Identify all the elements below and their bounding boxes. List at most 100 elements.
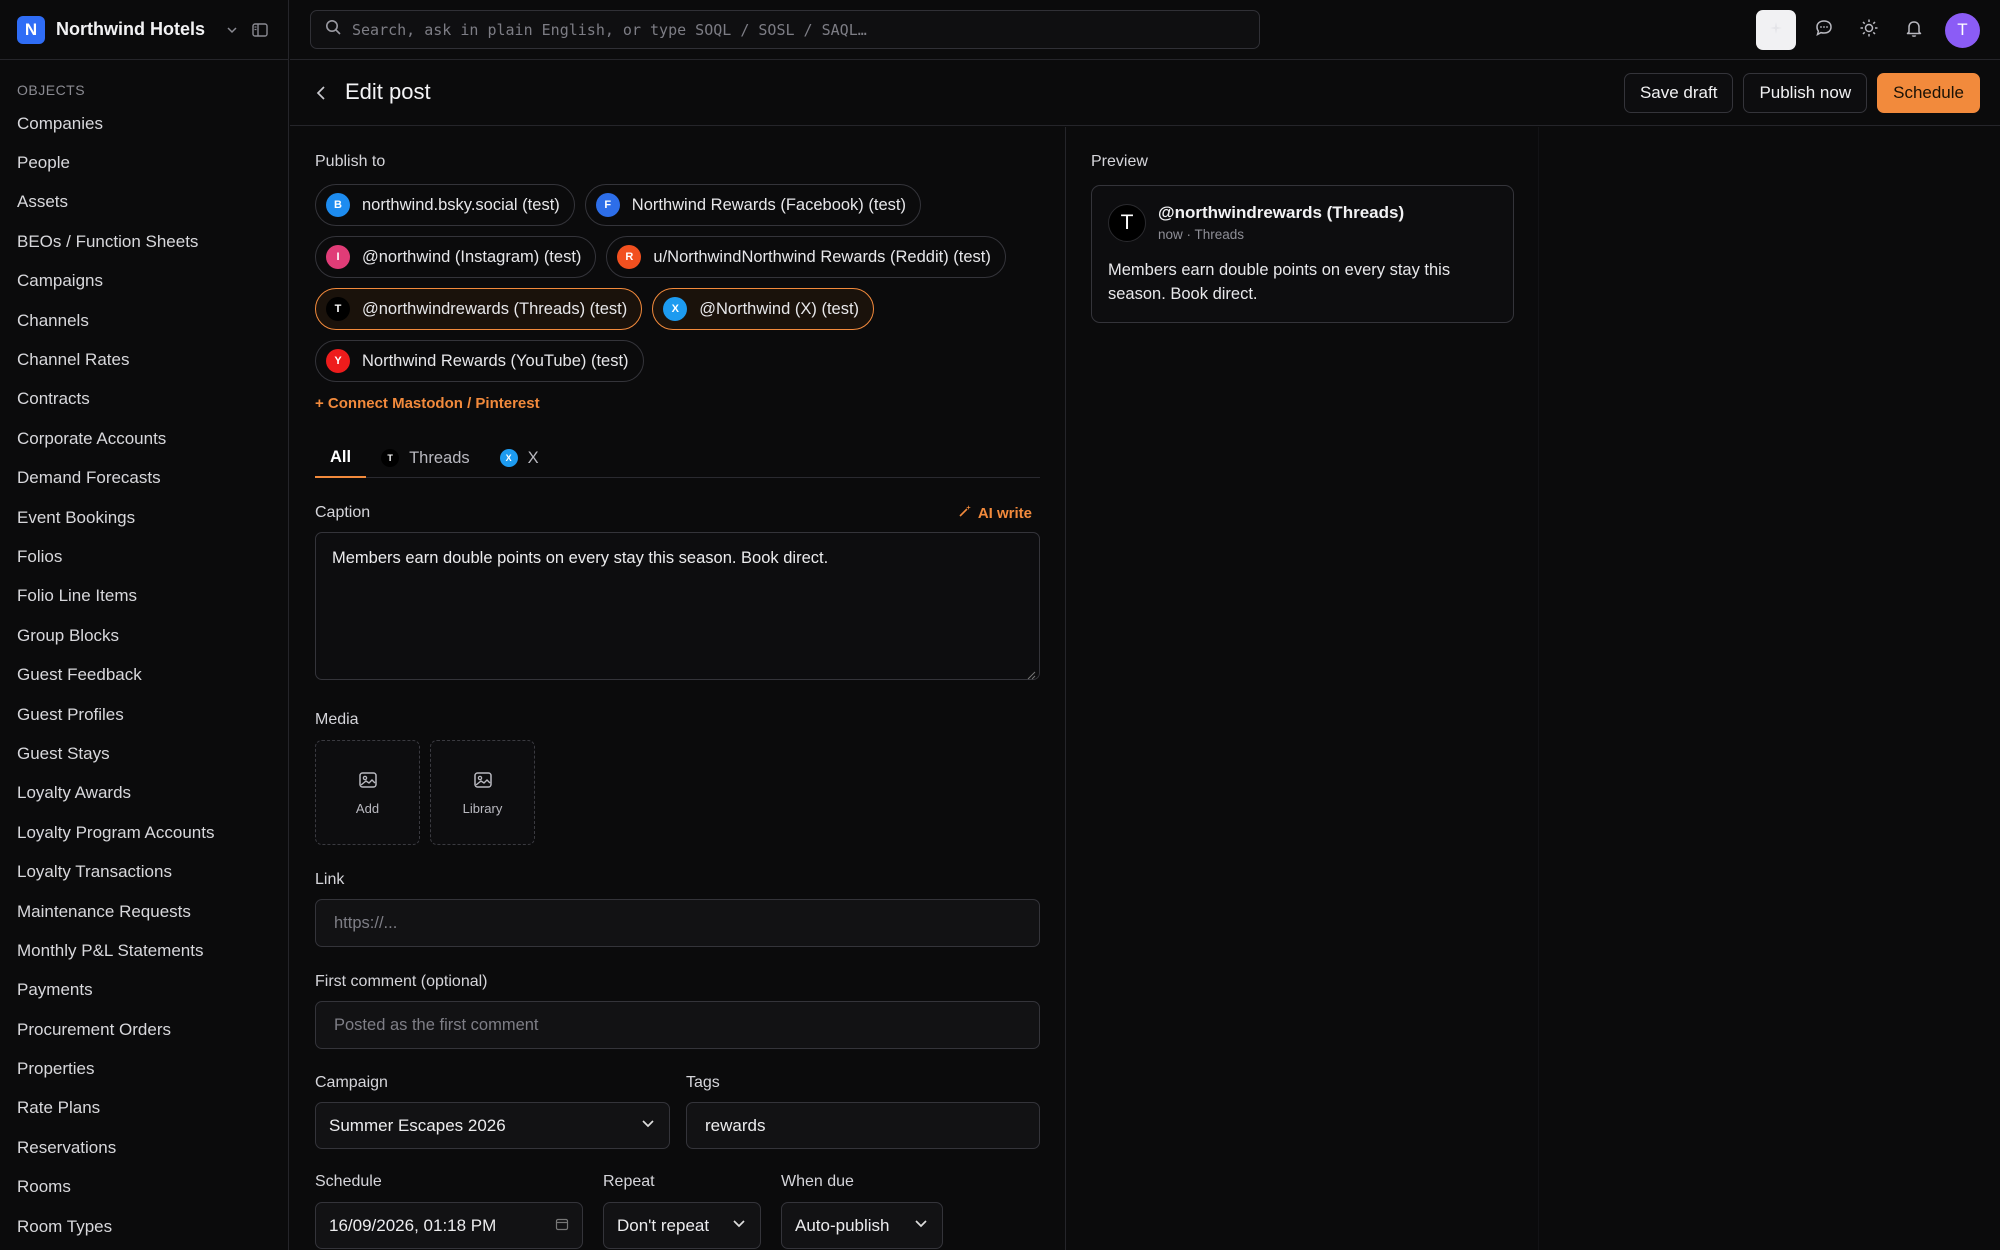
search-placeholder: Search, ask in plain English, or type SO… xyxy=(352,20,867,39)
panel-divider xyxy=(1538,127,1539,1250)
sidebar-item[interactable]: Guest Feedback xyxy=(0,655,288,694)
channel-badge-icon: F xyxy=(595,193,620,217)
preview-meta: now · Threads xyxy=(1158,227,1245,242)
channel-badge-icon: R xyxy=(617,245,642,269)
tab-all[interactable]: All xyxy=(315,438,367,478)
sidebar-item[interactable]: Loyalty Awards xyxy=(0,774,288,813)
sidebar-item[interactable]: Event Bookings xyxy=(0,498,288,537)
sidebar-item[interactable]: Rooms xyxy=(0,1168,288,1207)
caption-textarea[interactable]: Members earn double points on every stay… xyxy=(315,532,1040,680)
schedule-button[interactable]: Schedule xyxy=(1877,73,1980,113)
media-library-button[interactable]: Library xyxy=(430,740,535,845)
media-library-label: Library xyxy=(462,800,503,816)
channel-chip[interactable]: Bnorthwind.bsky.social (test) xyxy=(315,184,575,226)
workspace-name: Northwind Hotels xyxy=(56,19,205,39)
channel-chip[interactable]: X @Northwind (X) (test) xyxy=(652,288,875,330)
sidebar-item[interactable]: Folios xyxy=(0,537,288,576)
media-add-button[interactable]: Add xyxy=(315,740,420,845)
sidebar-item[interactable]: Monthly P&L Statements xyxy=(0,931,288,970)
media-label: Media xyxy=(315,711,359,728)
channel-chip[interactable]: I @northwind (Instagram) (test) xyxy=(315,236,597,278)
sidebar-item[interactable]: Maintenance Requests xyxy=(0,892,288,931)
calendar-icon[interactable] xyxy=(555,1216,569,1236)
sidebar-item[interactable]: Companies xyxy=(0,104,288,143)
save-draft-button[interactable]: Save draft xyxy=(1623,73,1734,113)
repeat-select[interactable]: Don't repeat xyxy=(603,1202,761,1249)
caption-text: Members earn double points on every stay… xyxy=(332,549,829,567)
sidebar-item[interactable]: Demand Forecasts xyxy=(0,459,288,498)
ai-write-button[interactable]: AI write xyxy=(958,504,1032,522)
sidebar: N Northwind Hotels OBJECTS Companies Peop… xyxy=(0,0,289,1250)
repeat-value: Don't repeat xyxy=(617,1215,710,1235)
sidebar-item[interactable]: Channel Rates xyxy=(0,340,288,379)
channel-chip-label: @northwindrewards (Threads) (test) xyxy=(362,299,628,318)
page-title: Edit post xyxy=(345,79,431,104)
sidebar-item[interactable]: People xyxy=(0,143,288,182)
sidebar-item[interactable]: Campaigns xyxy=(0,262,288,301)
link-input[interactable]: https://... xyxy=(315,899,1040,947)
repeat-label: Repeat xyxy=(603,1173,655,1190)
channel-badge-icon: X xyxy=(663,297,688,321)
workspace-logo: N xyxy=(17,15,45,44)
channel-chip[interactable]: T @northwindrewards (Threads) (test) xyxy=(315,288,643,330)
sidebar-item[interactable]: Folio Line Items xyxy=(0,577,288,616)
notifications-button[interactable] xyxy=(1896,10,1931,50)
channel-badge-icon: B xyxy=(326,193,350,217)
channel-badge-icon: T xyxy=(326,297,350,321)
sidebar-item[interactable]: Assets xyxy=(0,183,288,222)
sidebar-item[interactable]: Payments xyxy=(0,971,288,1010)
schedule-label: Schedule xyxy=(315,1173,382,1190)
tags-value: rewards xyxy=(705,1115,766,1135)
channel-badge-icon: T xyxy=(381,449,400,467)
sidebar-item[interactable]: Room Types xyxy=(0,1207,288,1246)
preview-card: T @northwindrewards (Threads) now · Thre… xyxy=(1091,185,1514,323)
sidebar-toggle-icon[interactable] xyxy=(249,19,271,41)
sidebar-item[interactable]: Loyalty Transactions xyxy=(0,852,288,891)
first-comment-input[interactable]: Posted as the first comment xyxy=(315,1001,1040,1049)
user-avatar[interactable]: T xyxy=(1945,12,1980,48)
search-icon xyxy=(325,19,342,41)
preview-avatar: T xyxy=(1108,203,1146,242)
sidebar-item[interactable]: Group Blocks xyxy=(0,616,288,655)
channel-chip-label: @northwind (Instagram) (test) xyxy=(362,247,582,266)
preview-panel: Preview T @northwindrewards (Threads) no… xyxy=(1091,126,1514,323)
publish-now-button[interactable]: Publish now xyxy=(1743,73,1868,113)
when-due-select[interactable]: Auto-publish xyxy=(781,1202,943,1249)
tab-threads[interactable]: T Threads xyxy=(366,438,485,478)
theme-toggle-button[interactable] xyxy=(1851,10,1886,50)
channel-chip[interactable]: F Northwind Rewards (Facebook) (test) xyxy=(584,184,921,226)
chat-button[interactable] xyxy=(1806,10,1841,50)
sidebar-item[interactable]: Guest Profiles xyxy=(0,695,288,734)
sidebar-item[interactable]: Channels xyxy=(0,301,288,340)
schedule-datetime-input[interactable]: 16/09/2026, 01:18 PM xyxy=(315,1202,583,1249)
chevron-down-icon[interactable] xyxy=(221,19,243,41)
workspace-switcher[interactable]: N Northwind Hotels xyxy=(0,0,288,60)
sidebar-item[interactable]: Guest Stays xyxy=(0,734,288,773)
sidebar-item[interactable]: BEOs / Function Sheets xyxy=(0,222,288,261)
back-arrow-icon[interactable] xyxy=(310,82,332,104)
schedule-value: 16/09/2026, 01:18 PM xyxy=(329,1215,497,1235)
search-input[interactable]: Search, ask in plain English, or type SO… xyxy=(310,10,1260,49)
sidebar-item[interactable]: Properties xyxy=(0,1049,288,1088)
resize-handle-icon[interactable] xyxy=(1026,666,1036,680)
channel-chip[interactable]: Ru/NorthwindNorthwind Rewards (Reddit) (… xyxy=(606,236,1006,278)
sidebar-item[interactable]: Corporate Accounts xyxy=(0,419,288,458)
sidebar-item[interactable]: Contracts xyxy=(0,380,288,419)
sidebar-item[interactable]: Rate Plans xyxy=(0,1089,288,1128)
campaign-value: Summer Escapes 2026 xyxy=(329,1115,506,1135)
tags-input[interactable]: rewards xyxy=(686,1102,1040,1149)
command-button[interactable] xyxy=(1756,10,1796,50)
channel-badge-icon: Y xyxy=(326,349,350,373)
sidebar-item[interactable]: Loyalty Program Accounts xyxy=(0,813,288,852)
connect-accounts-link[interactable]: + Connect Mastodon / Pinterest xyxy=(315,395,1040,412)
tab-x[interactable]: XX xyxy=(485,438,554,478)
campaign-label: Campaign xyxy=(315,1074,388,1091)
bell-icon xyxy=(1904,18,1924,43)
sidebar-item[interactable]: Procurement Orders xyxy=(0,1010,288,1049)
post-form: Publish to Bnorthwind.bsky.social (test)… xyxy=(315,126,1040,1249)
sidebar-item[interactable]: Reservations xyxy=(0,1128,288,1167)
channel-chip-label: @Northwind (X) (test) xyxy=(699,299,860,318)
top-bar: Search, ask in plain English, or type SO… xyxy=(290,0,2000,60)
channel-chip[interactable]: Y Northwind Rewards (YouTube) (test) xyxy=(315,340,644,382)
campaign-select[interactable]: Summer Escapes 2026 xyxy=(315,1102,670,1149)
